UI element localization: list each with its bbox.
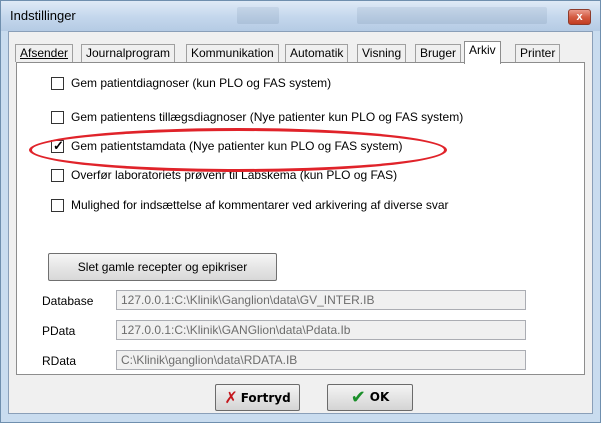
tab-label: Afsender [20,46,69,60]
close-button[interactable]: x [568,9,591,25]
checkbox-checked[interactable]: ✓ [51,138,64,153]
pdata-field[interactable]: 127.0.0.1:C:\Klinik\GANGlion\data\Pdata.… [116,320,526,340]
ok-check-icon: ✔ [350,387,366,408]
cancel-label: Fortryd [240,391,291,405]
checkbox[interactable] [51,199,64,212]
option-label: Gem patientstamdata (Nye patienter kun P… [71,139,403,153]
database-field[interactable]: 127.0.0.1:C:\Klinik\Ganglion\data\GV_INT… [116,290,526,310]
rdata-label: RData [42,354,77,368]
rdata-field[interactable]: C:\Klinik\ganglion\data\RDATA.IB [116,350,526,370]
checkbox[interactable] [51,169,64,182]
tab-automatik[interactable]: Automatik [285,44,349,62]
delete-old-prescriptions-button[interactable]: Slet gamle recepter og epikriser [48,253,277,281]
checkbox[interactable] [51,111,64,124]
option-label: Mulighed for indsættelse af kommentarer … [71,198,449,212]
tab-label: Automatik [290,46,344,60]
pdata-label: PData [42,324,76,338]
tab-label: Printer [520,46,556,60]
tab-printer[interactable]: Printer [515,44,561,62]
tab-label: Bruger [420,46,457,60]
title-bar[interactable]: Indstillinger x [1,1,600,31]
tab-afsender[interactable]: Afsender [15,44,74,62]
tab-label: Journalprogram [86,46,171,60]
tab-visning[interactable]: Visning [357,44,407,62]
ok-label: OK [369,390,390,404]
tab-strip: Afsender Journalprogram Kommunikation Au… [9,41,594,64]
arkiv-panel: Gem patientdiagnoser (kun PLO og FAS sys… [16,62,585,375]
option-label: Gem patientens tillægsdiagnoser (Nye pat… [71,110,464,124]
tab-label: Kommunikation [191,46,274,60]
checkbox[interactable] [51,77,64,90]
tab-label: Arkiv [469,43,496,57]
cancel-button[interactable]: ✗ Fortryd [215,384,300,411]
dialog-body: Afsender Journalprogram Kommunikation Au… [8,31,593,414]
tab-journalprogram[interactable]: Journalprogram [81,44,176,62]
tab-label: Visning [362,46,402,60]
option-label: Gem patientdiagnoser (kun PLO og FAS sys… [71,76,332,90]
settings-window: Indstillinger x Afsender Journalprogram … [0,0,601,423]
tab-bruger[interactable]: Bruger [415,44,462,62]
option-label: Overfør laboratoriets prøvenr til Labske… [71,168,398,182]
cancel-x-icon: ✗ [224,388,238,407]
window-title: Indstillinger [10,8,76,23]
checkmark-icon: ✓ [53,138,64,153]
tab-kommunikation[interactable]: Kommunikation [186,44,279,62]
tab-arkiv[interactable]: Arkiv [464,41,501,64]
blurred-background-area [357,7,547,24]
database-label: Database [42,294,94,308]
blurred-background-area [237,7,279,24]
ok-button[interactable]: ✔ OK [327,384,413,411]
